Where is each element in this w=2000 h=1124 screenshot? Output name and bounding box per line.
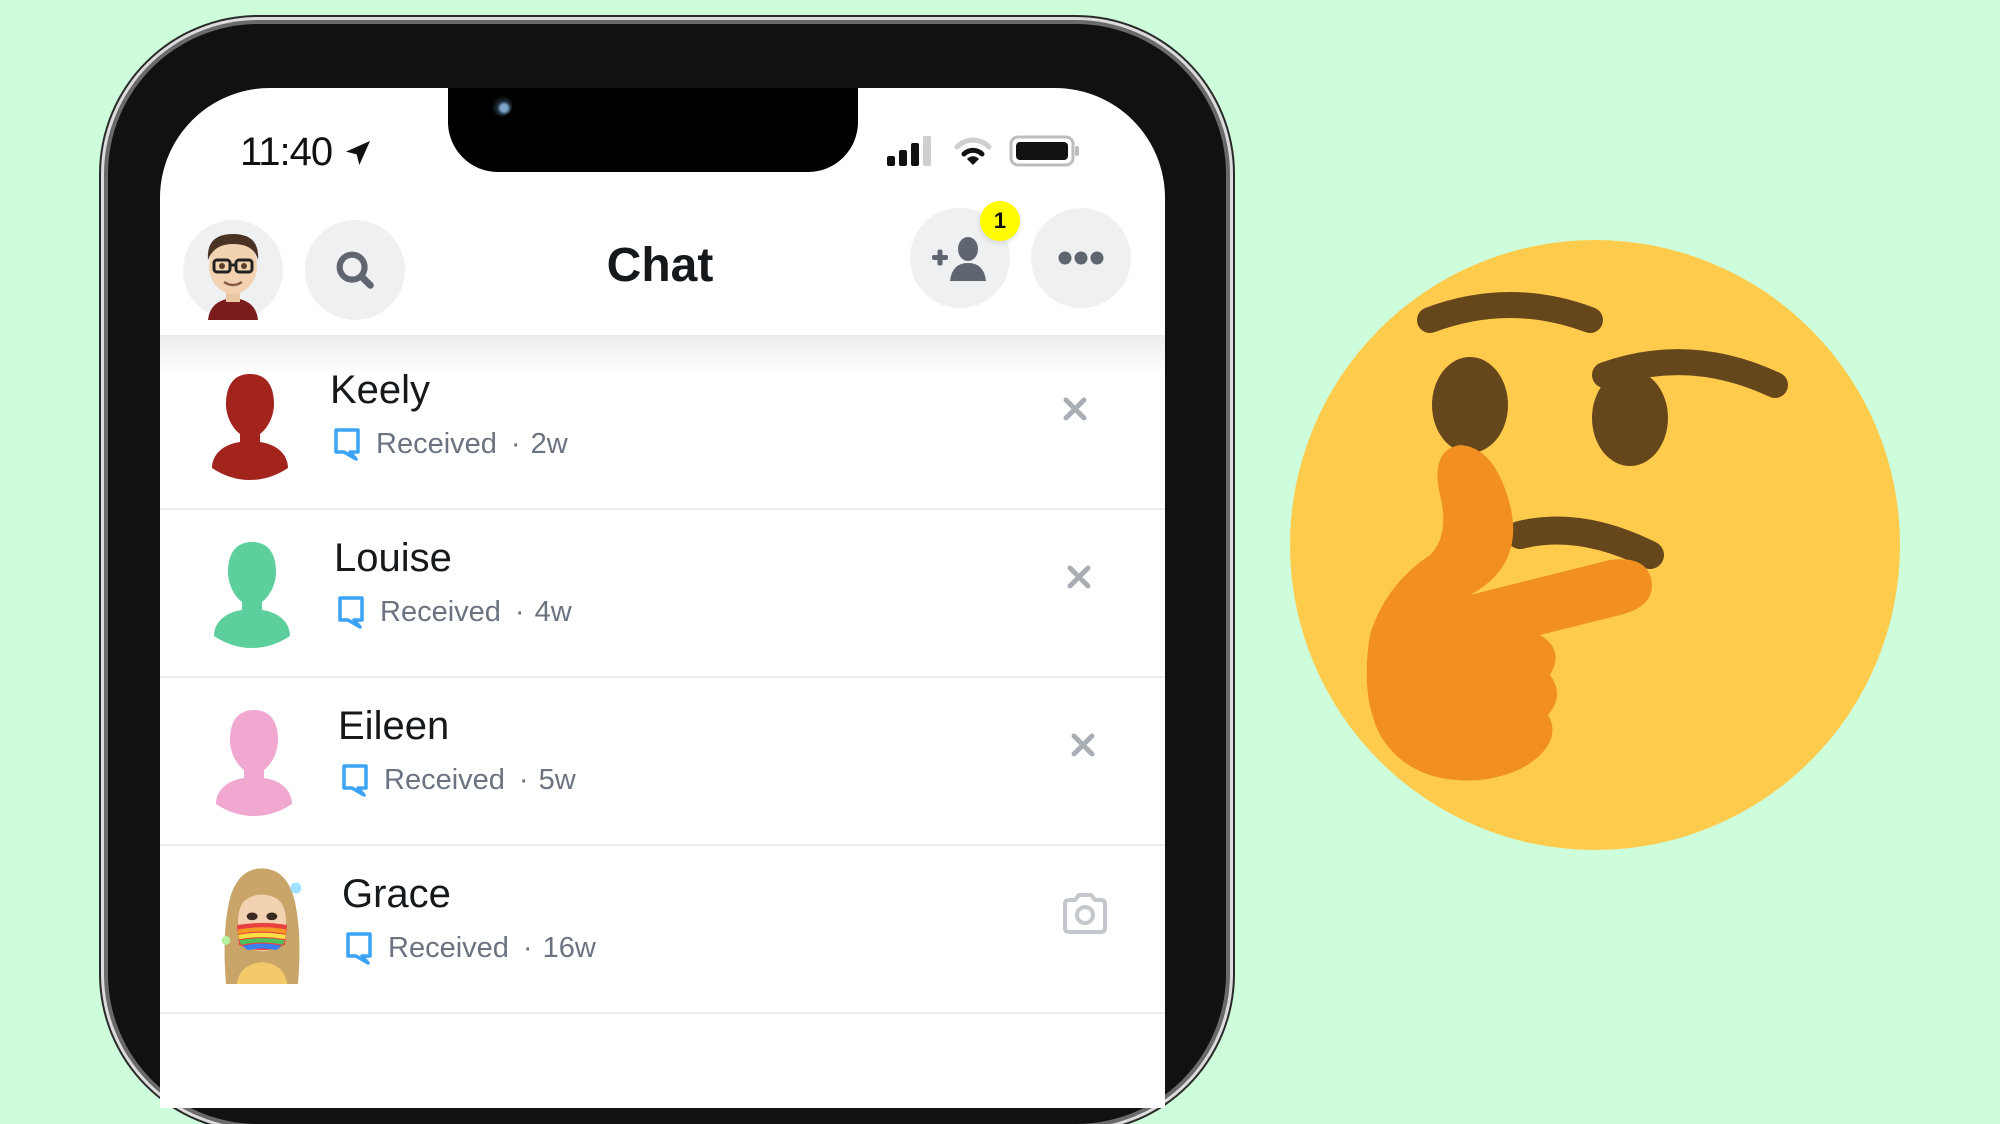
friend-request-badge: 1: [980, 201, 1020, 241]
notch: [448, 88, 858, 172]
status-time: 5w: [538, 763, 576, 796]
chat-status: Received · 4w: [336, 594, 572, 630]
avatar-silhouette-icon: [214, 542, 290, 648]
status-label: Received: [376, 427, 497, 460]
time-text: 11:40: [240, 130, 333, 174]
bitmoji-avatar: [221, 868, 302, 984]
add-friend-icon: [932, 237, 986, 281]
emoji-left-eye: [1432, 357, 1508, 453]
emoji-left-eyebrow: [1417, 292, 1603, 333]
chat-status: Received · 2w: [332, 426, 568, 462]
camera-icon: [1063, 893, 1107, 934]
chat-row[interactable]: Grace Received · 16w: [160, 844, 1165, 1014]
close-icon: [1067, 565, 1091, 589]
thinking-face-emoji: [1290, 240, 1900, 850]
avatar-shape: [216, 710, 292, 816]
page-title: Chat: [606, 239, 714, 292]
close-icon: [1063, 397, 1087, 421]
status-icons: [885, 134, 1081, 168]
camera-reply-button[interactable]: [1055, 884, 1115, 944]
contact-name: Keely: [330, 368, 431, 412]
dismiss-button[interactable]: [1050, 384, 1100, 434]
chat-row[interactable]: Eileen Received · 5w: [160, 676, 1165, 846]
status-label: Received: [384, 763, 505, 796]
status-separator: ·: [510, 427, 521, 460]
received-chat-icon: [342, 764, 368, 797]
location-arrow-icon: [346, 140, 371, 165]
status-time: 16w: [542, 931, 596, 964]
close-icon: [1071, 733, 1095, 757]
chat-row[interactable]: Louise Received · 4w: [160, 508, 1165, 678]
status-separator: ·: [514, 595, 525, 628]
status-time: 4w: [534, 595, 572, 628]
chat-row[interactable]: Keely Received · 2w: [160, 340, 1165, 510]
dismiss-button[interactable]: [1054, 552, 1104, 602]
received-chat-icon: [334, 428, 360, 461]
emoji-right-eye: [1592, 370, 1668, 466]
status-separator: ·: [518, 763, 529, 796]
received-chat-icon: [338, 596, 364, 629]
status-label: Received: [388, 931, 509, 964]
status-time: 11:40: [240, 130, 374, 175]
contact-name: Grace: [342, 872, 451, 916]
dismiss-button[interactable]: [1058, 720, 1108, 770]
avatar-shape: [212, 374, 288, 480]
status-label: Received: [380, 595, 501, 628]
avatar-shape: [214, 542, 290, 648]
more-icon: [1058, 251, 1104, 265]
front-camera: [492, 96, 512, 116]
wifi-icon: [954, 137, 992, 165]
contact-name: Eileen: [338, 704, 450, 748]
avatar-silhouette-icon: [216, 710, 292, 816]
received-chat-icon: [346, 932, 372, 965]
chat-status: Received · 5w: [340, 762, 576, 798]
status-time: 2w: [530, 427, 568, 460]
more-options-button[interactable]: [1031, 208, 1131, 308]
battery-icon: [1009, 135, 1079, 167]
cellular-signal-icon: [887, 136, 931, 166]
chat-status: Received · 16w: [344, 930, 596, 966]
avatar-silhouette-icon: [212, 374, 288, 480]
phone-screen: 11:40 Chat 1 Keely Received · 2w Louise …: [160, 88, 1165, 1108]
status-separator: ·: [522, 931, 533, 964]
contact-name: Louise: [334, 536, 452, 580]
